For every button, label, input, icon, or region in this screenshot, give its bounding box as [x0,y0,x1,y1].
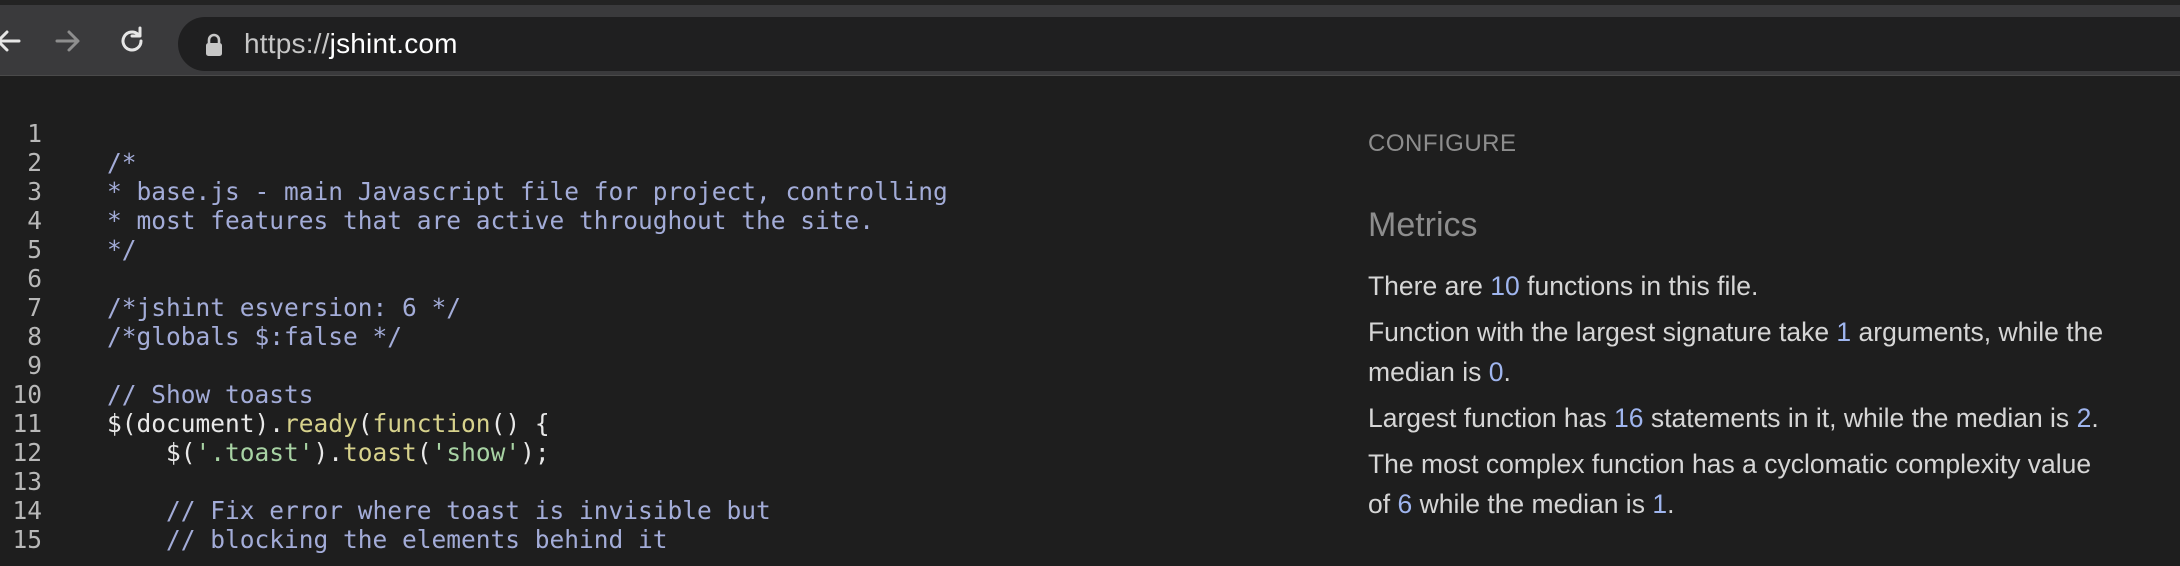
code-token: ( [357,409,373,438]
code-text: /*globals $:false */ [107,322,402,351]
line-number: 15 [12,525,42,554]
line-number: 8 [27,322,42,351]
code-token: '.toast' [195,438,314,467]
line-number: 1 [27,119,42,148]
code-text: // blocking the elements behind it [107,525,668,554]
report-panel: CONFIGURE Metrics There are 10 functions… [1368,78,2148,566]
line-number: 12 [12,438,42,467]
url-host: jshint.com [329,28,458,59]
code-token: function [372,409,491,438]
code-text: /*jshint esversion: 6 */ [107,293,461,322]
code-text: * most features that are active througho… [107,206,874,235]
line-number: 10 [12,380,42,409]
line-number: 11 [12,409,42,438]
code-text: // Fix error where toast is invisible bu… [107,496,771,525]
functions-count-value: 10 [1490,271,1520,301]
line-number: 9 [27,351,42,380]
metric-largest-signature: Function with the largest signature take… [1368,317,2104,387]
complex-max-value: 6 [1397,489,1413,519]
address-bar[interactable]: https://jshint.com [178,17,2180,71]
browser-toolbar: https://jshint.com [0,0,2180,76]
code-token: () { [490,409,550,438]
code-text: // Show toasts [107,380,314,409]
code-text: $('.toast').toast('show'); [107,438,550,467]
line-number: 6 [27,264,42,293]
line-number: 5 [27,235,42,264]
code-token: toast [343,438,417,467]
largest-median-value: 2 [2076,403,2092,433]
code-text: */ [107,235,137,264]
reload-icon [121,26,143,52]
code-token: $( [107,438,196,467]
metrics-heading: Metrics [1368,206,1478,244]
signature-median-value: 0 [1488,357,1504,387]
code-token: ); [520,438,550,467]
line-number: 13 [12,467,42,496]
line-number: 4 [27,206,42,235]
line-number: 14 [12,496,42,525]
metric-functions-count: There are 10 functions in this file. [1368,271,1759,301]
code-token: // Fix error where toast is invisible bu… [107,496,771,525]
code-token: * base.js - main Javascript file for pro… [107,177,948,206]
code-token: */ [107,235,137,264]
line-number: 2 [27,148,42,177]
signature-max-value: 1 [1836,317,1852,347]
code-editor[interactable]: 1 2 /* 3 * base.js - main Javascript file fo… [0,78,1330,566]
metric-cyclomatic-complexity: The most complex function has a cyclomat… [1368,449,2092,519]
back-button[interactable] [0,21,28,61]
code-token: /*globals $:false */ [107,322,403,351]
code-token: 'show' [431,438,521,467]
lock-icon [206,33,222,56]
configure-link[interactable]: CONFIGURE [1368,130,1517,158]
code-token: ). [313,438,344,467]
url-scheme: https:// [244,28,330,59]
reload-button[interactable] [112,21,152,61]
code-token: /* [107,148,137,177]
code-token: ( [416,438,432,467]
code-text: $(document).ready(function() { [107,409,550,438]
line-number: 7 [27,293,42,322]
forward-arrow-icon [55,30,80,52]
code-token: * most features that are active througho… [107,206,875,235]
code-token: /*jshint esversion: 6 */ [107,293,462,322]
code-text: * base.js - main Javascript file for pro… [107,177,948,206]
complex-median-value: 1 [1652,489,1668,519]
code-text: /* [107,148,137,177]
line-number: 3 [27,177,42,206]
url-text: https://jshint.com [244,28,458,60]
code-token: $(document). [107,409,285,438]
metric-largest-function: Largest function has 16 statements in it… [1368,403,2099,433]
forward-button[interactable] [48,21,88,61]
back-arrow-icon [0,30,21,52]
code-token: ready [284,409,358,438]
largest-max-value: 16 [1614,403,1644,433]
code-token: // Show toasts [107,380,314,409]
code-token: // blocking the elements behind it [107,525,668,554]
